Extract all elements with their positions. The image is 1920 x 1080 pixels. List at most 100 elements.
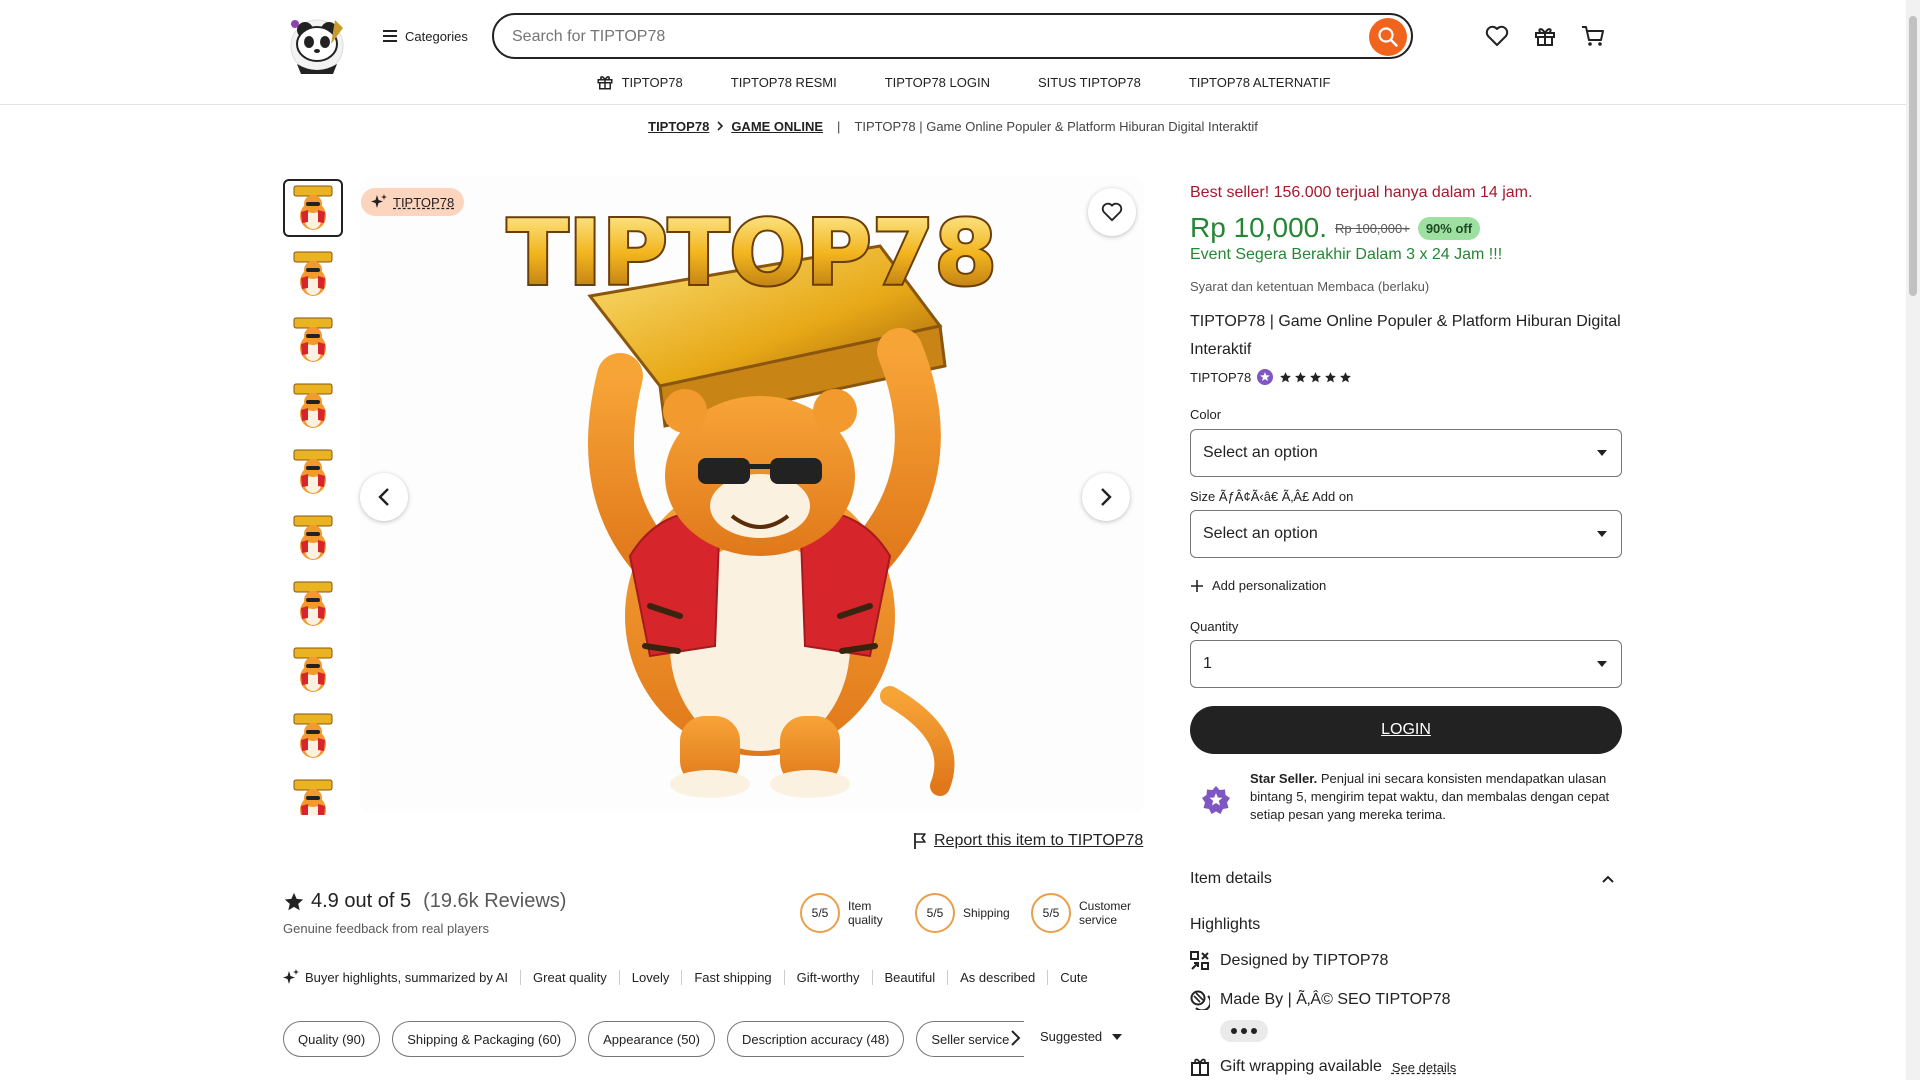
thumbnail[interactable] xyxy=(283,179,343,237)
filter-chip-shipping[interactable]: Shipping & Packaging (60) xyxy=(392,1021,577,1057)
favorite-button[interactable] xyxy=(1088,188,1136,236)
highlight-tag[interactable]: As described xyxy=(947,969,1047,985)
heart-icon xyxy=(1101,202,1123,222)
login-button[interactable]: LOGIN xyxy=(1190,706,1622,754)
size-select[interactable]: Select an option xyxy=(1190,510,1622,558)
caret-down-icon xyxy=(1597,660,1607,668)
color-select[interactable]: Select an option xyxy=(1190,429,1622,477)
add-personalization-label: Add personalization xyxy=(1212,578,1327,593)
favorites-button[interactable] xyxy=(1483,22,1511,50)
nav-item-alternatif[interactable]: TIPTOP78 ALTERNATIF xyxy=(1189,70,1331,94)
highlight-tag[interactable]: Fast shipping xyxy=(681,969,783,985)
plus-icon xyxy=(1190,579,1204,593)
site-logo[interactable] xyxy=(283,14,351,76)
nav-item-situs[interactable]: SITUS TIPTOP78 xyxy=(1038,70,1141,94)
score-value: 5/5 xyxy=(1031,893,1071,933)
quantity-select[interactable]: 1 xyxy=(1190,640,1622,688)
search-bar xyxy=(492,13,1413,59)
nav-item-label: TIPTOP78 RESMI xyxy=(730,74,837,90)
chevron-up-icon xyxy=(1602,874,1614,884)
nav-item-resmi[interactable]: TIPTOP78 RESMI xyxy=(731,70,837,94)
chevron-right-icon xyxy=(715,120,725,132)
thumbnail[interactable] xyxy=(283,575,343,633)
nav-item-label: TIPTOP78 xyxy=(621,74,683,90)
review-count[interactable]: (19.6k Reviews) xyxy=(423,890,566,913)
thumbnail[interactable] xyxy=(283,443,343,501)
star-icon xyxy=(283,891,305,913)
highlight-tag[interactable]: Gift-worthy xyxy=(783,969,872,985)
breadcrumb-link-category[interactable]: GAME ONLINE xyxy=(731,119,823,134)
item-details-toggle[interactable]: Item details xyxy=(1190,870,1622,888)
star-rating xyxy=(1279,371,1352,384)
thumbnail[interactable] xyxy=(283,707,343,765)
product-title: TIPTOP78 | Game Online Populer & Platfor… xyxy=(1190,313,1621,358)
highlight-tag[interactable]: Lovely xyxy=(618,969,682,985)
report-item-link[interactable]: Report this item to TIPTOP78 xyxy=(912,830,1143,852)
thumbnail[interactable] xyxy=(283,377,343,435)
prev-image-button[interactable] xyxy=(360,473,408,521)
sparkle-icon xyxy=(371,194,387,210)
filter-chip-appearance[interactable]: Appearance (50) xyxy=(588,1021,715,1057)
designed-by-text: Designed by TIPTOP78 xyxy=(1220,952,1389,969)
highlight-tag[interactable]: Beautiful xyxy=(871,969,948,985)
chips-next-button[interactable] xyxy=(1008,1028,1022,1048)
product-tag[interactable]: TIPTOP78 xyxy=(361,188,465,216)
cart-button[interactable] xyxy=(1579,22,1607,50)
sort-dropdown[interactable]: Suggested xyxy=(1040,1029,1123,1044)
size-select-value: Select an option xyxy=(1203,525,1318,542)
color-label: Color xyxy=(1190,407,1222,422)
categories-button[interactable]: Categories xyxy=(383,24,468,48)
made-by-text: Made By | Ã‚Â© SEO TIPTOP78 xyxy=(1220,991,1451,1008)
highlight-tag[interactable]: Cute xyxy=(1047,969,1099,985)
sparkle-icon xyxy=(283,969,299,985)
ai-summary-text: Buyer highlights, summarized by AI xyxy=(305,969,509,985)
nav-item-tiptop78[interactable]: TIPTOP78 xyxy=(596,70,683,94)
chevron-right-icon xyxy=(1008,1028,1022,1048)
see-details-link[interactable]: See details xyxy=(1392,1060,1456,1075)
gift-icon xyxy=(1533,24,1557,48)
thumbnail-list xyxy=(283,179,343,815)
search-input[interactable] xyxy=(512,25,1332,49)
quantity-select-value: 1 xyxy=(1203,655,1212,672)
price-row: Rp 10,000. Rp 100,000+ 90% off xyxy=(1190,212,1481,244)
thumbnail[interactable] xyxy=(283,641,343,699)
caret-down-icon xyxy=(1597,530,1607,538)
breadcrumb: TIPTOP78 GAME ONLINE | TIPTOP78 | Game O… xyxy=(0,117,1906,135)
rating-value: 4.9 out of 5 xyxy=(311,890,412,912)
highlight-tag[interactable]: Great quality xyxy=(520,969,619,985)
review-filter-chips: Quality (90) Shipping & Packaging (60) A… xyxy=(283,1020,1025,1058)
product-image[interactable]: TIPTOP78 xyxy=(360,176,1144,812)
filter-chip-quality[interactable]: Quality (90) xyxy=(283,1021,381,1057)
add-personalization-button[interactable]: Add personalization xyxy=(1190,578,1326,593)
ai-summary-label: Buyer highlights, summarized by AI xyxy=(283,969,508,985)
thumbnail[interactable] xyxy=(283,311,343,369)
original-price: Rp 100,000+ xyxy=(1335,220,1410,236)
gift-icon xyxy=(596,73,614,91)
next-image-button[interactable] xyxy=(1082,473,1130,521)
gift-button[interactable] xyxy=(1531,22,1559,50)
star-icon xyxy=(1279,371,1292,384)
breadcrumb-link-home[interactable]: TIPTOP78 xyxy=(648,119,709,134)
score-customer-service: 5/5 Customer service xyxy=(1031,893,1139,933)
report-item-label: Report this item to TIPTOP78 xyxy=(934,832,1144,849)
score-shipping: 5/5 Shipping xyxy=(915,893,1010,933)
search-button[interactable] xyxy=(1369,18,1407,56)
scrollbar-thumb[interactable] xyxy=(1909,16,1917,296)
bestseller-banner: Best seller! 156.000 terjual hanya dalam… xyxy=(1190,184,1533,201)
star-icon xyxy=(1309,371,1322,384)
thumbnail[interactable] xyxy=(283,245,343,303)
terms-note: Syarat dan ketentuan Membaca (berlaku) xyxy=(1190,279,1430,294)
nav-item-label: TIPTOP78 ALTERNATIF xyxy=(1188,74,1331,90)
search-icon xyxy=(1377,26,1399,48)
top-nav: TIPTOP78 TIPTOP78 RESMI TIPTOP78 LOGIN S… xyxy=(0,70,1906,94)
thumbnail[interactable] xyxy=(283,509,343,567)
thumbnail[interactable] xyxy=(283,773,343,815)
current-price: Rp 10,000. xyxy=(1190,212,1327,243)
gift-wrapping-row: Gift wrapping available See details xyxy=(1190,1057,1456,1077)
nav-item-login[interactable]: TIPTOP78 LOGIN xyxy=(885,70,990,94)
filter-chip-description[interactable]: Description accuracy (48) xyxy=(726,1021,905,1057)
seller-name[interactable]: TIPTOP78 xyxy=(1190,370,1251,385)
more-options-icon[interactable] xyxy=(1220,1020,1268,1042)
nav-item-label: TIPTOP78 LOGIN xyxy=(884,74,990,90)
score-label: Item quality xyxy=(848,899,883,927)
